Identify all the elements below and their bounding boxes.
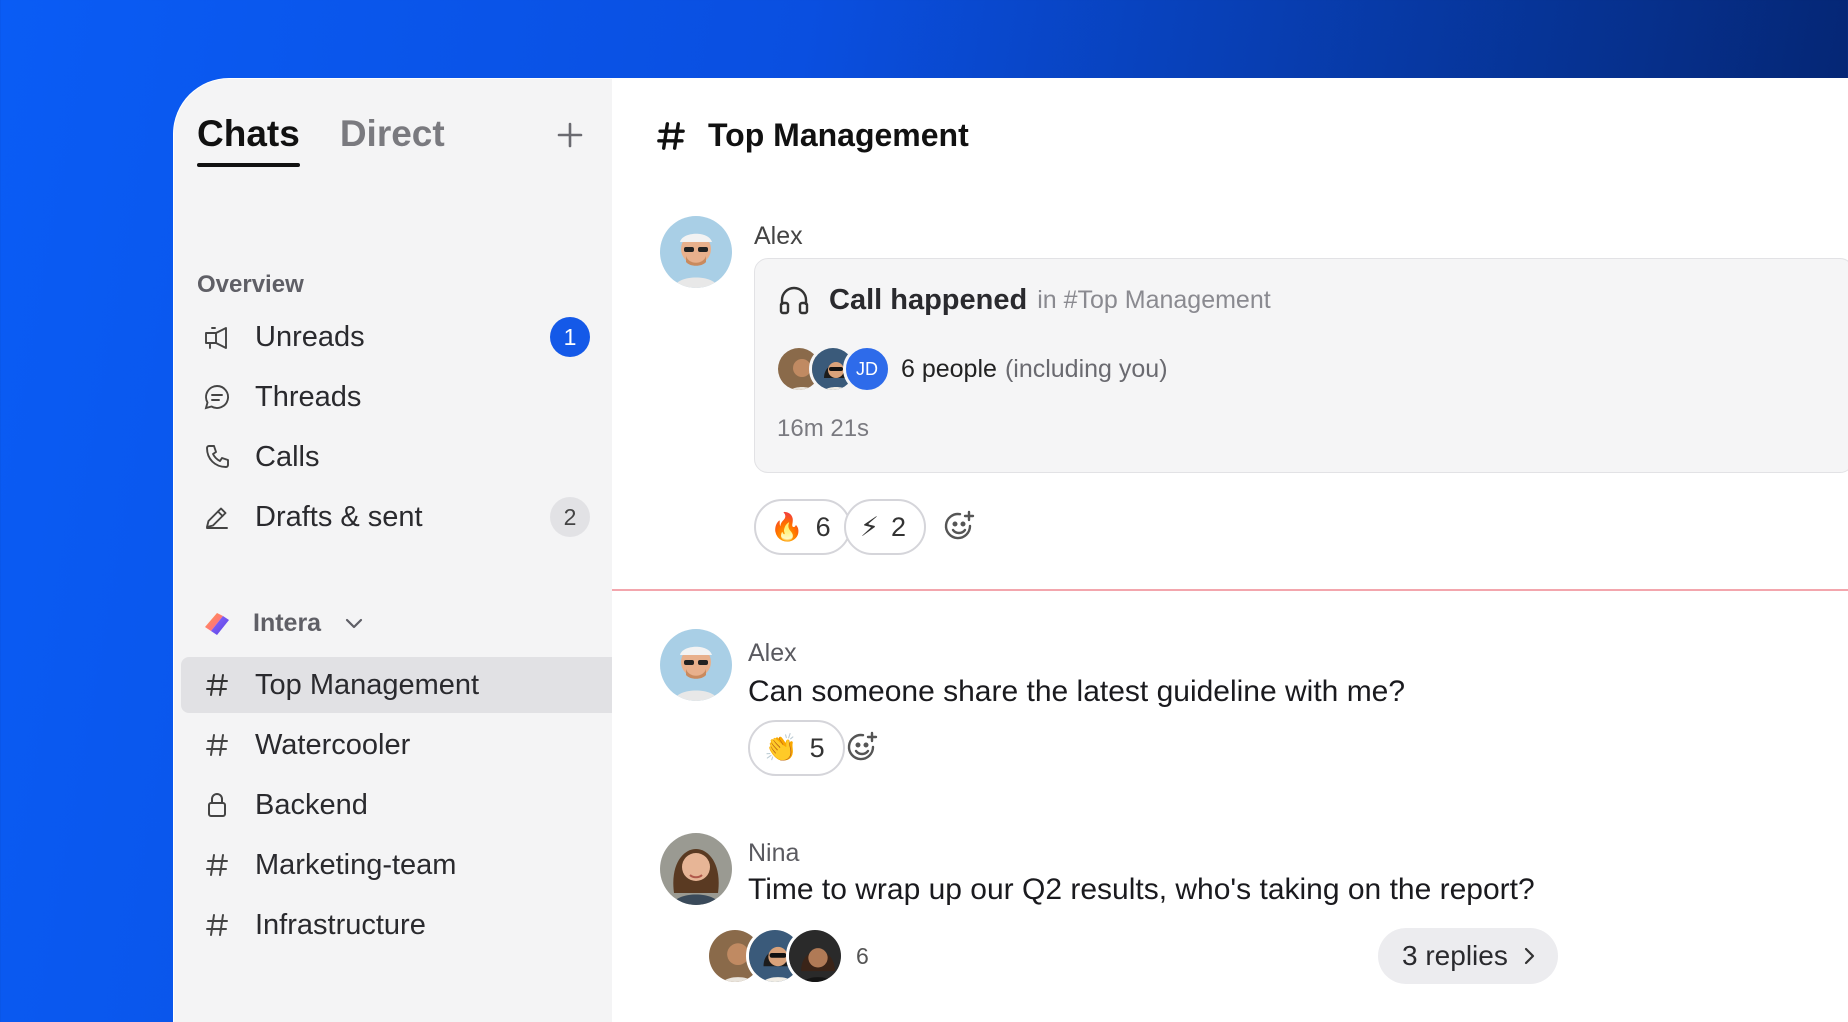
message-text: Can someone share the latest guideline w… (748, 675, 1406, 708)
sidebar-item-label: Infrastructure (255, 908, 426, 941)
unread-count-badge: 1 (550, 317, 590, 357)
hash-icon (201, 729, 233, 761)
sidebar-item-marketing-team[interactable]: Marketing-team (174, 837, 612, 893)
hash-icon (201, 669, 233, 701)
headphones-icon (779, 286, 809, 315)
sidebar-item-label: Calls (255, 440, 320, 473)
hash-icon (201, 909, 233, 941)
message-author: Nina (748, 839, 800, 867)
reaction-clap[interactable]: 👏 5 (748, 720, 845, 776)
overview-list: Unreads 1 Threads Calls Drafts & sent 2 (174, 309, 612, 549)
sidebar-item-calls[interactable]: Calls (174, 429, 612, 485)
lock-icon (201, 789, 233, 821)
message-text: Time to wrap up our Q2 results, who's ta… (748, 873, 1535, 906)
avatar-alex[interactable] (660, 629, 732, 701)
reaction-fire[interactable]: 🔥 6 (754, 499, 851, 555)
channel-header: Top Management (654, 117, 969, 154)
thread-participant-count: 6 (856, 942, 869, 969)
workspace-switcher[interactable]: Intera (201, 607, 365, 639)
tab-chats[interactable]: Chats (197, 113, 300, 167)
avatar-alex[interactable] (660, 216, 732, 288)
chat-bubble-icon (201, 381, 233, 413)
pencil-icon (201, 501, 233, 533)
hash-icon (657, 121, 685, 150)
reaction-count: 5 (809, 732, 825, 763)
workspace-name: Intera (253, 608, 322, 637)
people-count: 6 people (901, 354, 997, 383)
message-author: Alex (748, 639, 797, 667)
unread-divider (612, 589, 1848, 591)
plus-icon (557, 122, 583, 148)
sidebar-item-label: Drafts & sent (255, 500, 423, 533)
participant-initials-avatar: JD (843, 345, 891, 393)
participant-initials: JD (856, 358, 878, 379)
call-participants[interactable]: JD 6 people (including you) (775, 345, 1168, 393)
replies-label: 3 replies (1402, 940, 1508, 971)
message-author: Alex (754, 222, 803, 250)
participant-avatar (786, 927, 844, 985)
call-summary-card[interactable]: Call happened in #Top Management JD 6 pe… (754, 258, 1848, 473)
sidebar-tabs: Chats Direct (197, 113, 485, 167)
channel-list: Top Management Watercooler Backend Marke… (174, 657, 612, 957)
people-note: (including you) (1004, 354, 1168, 383)
reaction-count: 2 (890, 511, 906, 542)
thread-participants[interactable]: 6 (706, 927, 869, 985)
phone-icon (201, 441, 233, 473)
reaction-count: 6 (815, 511, 831, 542)
workspace-logo (205, 613, 229, 635)
sidebar-item-label: Top Management (255, 668, 480, 701)
call-title: Call happened (829, 283, 1028, 316)
fire-icon: 🔥 (770, 512, 804, 542)
sidebar-item-label: Watercooler (255, 728, 411, 761)
replies-button[interactable]: 3 replies (1378, 928, 1558, 984)
sidebar-item-infrastructure[interactable]: Infrastructure (174, 897, 612, 953)
sidebar-item-top-management[interactable]: Top Management (181, 657, 612, 713)
sidebar-item-unreads[interactable]: Unreads 1 (174, 309, 612, 365)
sidebar-item-label: Threads (255, 380, 362, 413)
hash-icon (201, 849, 233, 881)
add-reaction-icon[interactable] (942, 509, 978, 545)
call-location: in #Top Management (1037, 285, 1271, 314)
avatar-nina[interactable] (660, 833, 732, 905)
new-chat-button[interactable] (550, 115, 590, 155)
reaction-lightning[interactable]: ⚡ 2 (844, 499, 926, 555)
channel-title: Top Management (708, 117, 969, 153)
sidebar-item-label: Marketing-team (255, 848, 457, 881)
megaphone-icon (201, 321, 233, 353)
chevron-down-icon (345, 618, 363, 629)
add-reaction-icon[interactable] (845, 730, 881, 766)
sidebar-item-label: Backend (255, 788, 368, 821)
app-window: Chats Direct Overview Unreads 1 Threads … (173, 78, 1848, 1022)
call-title-row: Call happened in #Top Management (777, 283, 1271, 317)
clap-icon: 👏 (764, 733, 798, 763)
lightning-icon: ⚡ (860, 511, 879, 542)
overview-title: Overview (197, 271, 304, 298)
call-duration: 16m 21s (777, 415, 870, 442)
sidebar-item-label: Unreads (255, 320, 365, 353)
chat-main: Top Management Alex Call happened in #To (612, 79, 1848, 1022)
tab-direct[interactable]: Direct (340, 113, 445, 167)
sidebar-item-threads[interactable]: Threads (174, 369, 612, 425)
sidebar-item-watercooler[interactable]: Watercooler (174, 717, 612, 773)
sidebar-item-drafts[interactable]: Drafts & sent 2 (174, 489, 612, 545)
sidebar: Chats Direct Overview Unreads 1 Threads … (174, 79, 612, 1022)
sidebar-item-backend[interactable]: Backend (174, 777, 612, 833)
chevron-right-icon (1524, 947, 1534, 965)
drafts-count-badge: 2 (550, 497, 590, 537)
